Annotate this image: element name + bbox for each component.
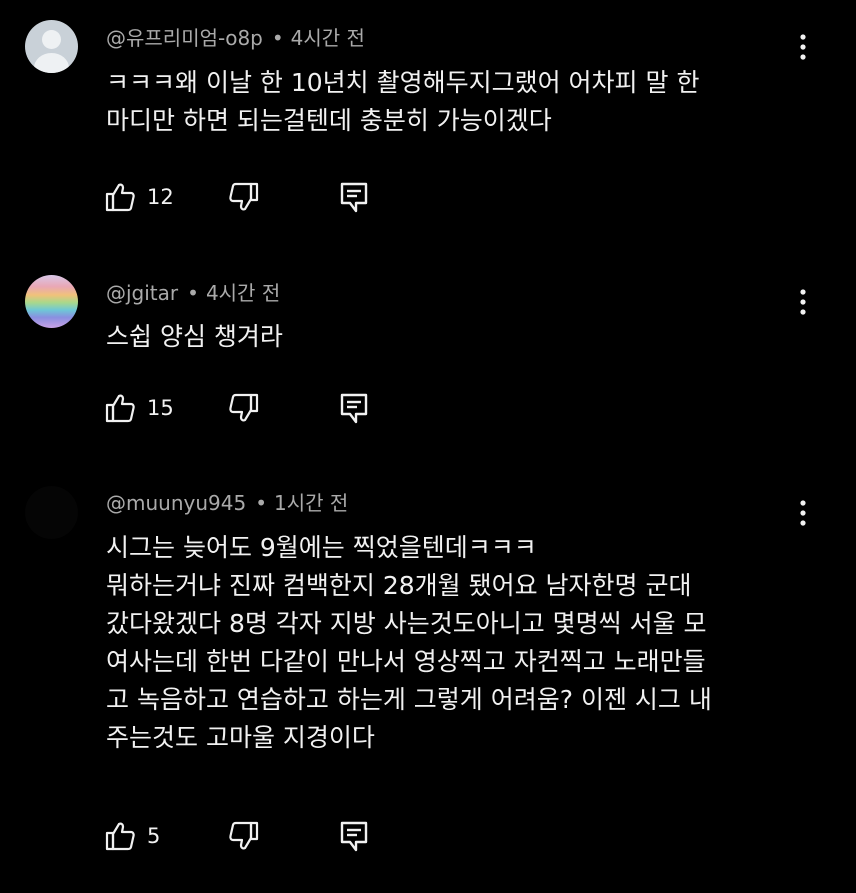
thumbs-down-icon bbox=[228, 392, 260, 424]
comment-text-line: 마디만 하면 되는걸텐데 충분히 가능이겠다 bbox=[106, 106, 552, 135]
reply-icon bbox=[339, 181, 369, 213]
thumbs-down-icon bbox=[228, 181, 260, 213]
comment-meta: @muunyu945 • 1시간 전 bbox=[106, 490, 348, 516]
dislike-button[interactable] bbox=[228, 391, 260, 425]
like-button[interactable]: 12 bbox=[104, 180, 174, 214]
reply-button[interactable] bbox=[339, 819, 369, 853]
comment-text-line: 뭐하는거냐 진짜 컴백한지 28개월 됐어요 남자한명 군대 bbox=[106, 571, 692, 600]
meta-separator: • bbox=[187, 281, 199, 305]
comment-author[interactable]: @muunyu945 bbox=[106, 491, 246, 515]
comment-actions: 12 bbox=[104, 180, 384, 214]
comment-text-line: 갔다왔겠다 8명 각자 지방 사는것도아니고 몇명씩 서울 모 bbox=[106, 609, 707, 638]
dislike-button[interactable] bbox=[228, 819, 260, 853]
comment-text: ㅋㅋㅋ왜 이날 한 10년치 촬영해두지그랬어 어차피 말 한 마디만 하면 되… bbox=[106, 64, 806, 140]
comment-text-line: 시그는 늦어도 9월에는 찍었을텐데ㅋㅋㅋ bbox=[106, 533, 537, 562]
meta-separator: • bbox=[271, 26, 284, 50]
comment-meta: @jgitar • 4시간 전 bbox=[106, 280, 280, 306]
comment-actions: 5 bbox=[104, 819, 384, 853]
dislike-button[interactable] bbox=[228, 180, 260, 214]
like-count: 12 bbox=[147, 185, 174, 209]
avatar[interactable] bbox=[25, 275, 78, 328]
thumbs-down-icon bbox=[228, 820, 260, 852]
comment-time[interactable]: 4시간 전 bbox=[291, 26, 365, 50]
more-vertical-icon[interactable] bbox=[793, 288, 813, 316]
reply-icon bbox=[339, 820, 369, 852]
comment-text-line: 여사는데 한번 다같이 만나서 영상찍고 자컨찍고 노래만들 bbox=[106, 647, 706, 676]
reply-icon bbox=[339, 392, 369, 424]
comment-text-line: 주는것도 고마울 지경이다 bbox=[106, 723, 375, 752]
comment-text: 시그는 늦어도 9월에는 찍었을텐데ㅋㅋㅋ 뭐하는거냐 진짜 컴백한지 28개월… bbox=[106, 529, 806, 757]
comment-author[interactable]: @jgitar bbox=[106, 281, 178, 305]
comment-actions: 15 bbox=[104, 391, 384, 425]
reply-button[interactable] bbox=[339, 180, 369, 214]
like-button[interactable]: 5 bbox=[104, 819, 160, 853]
comment-text-line: 스쉽 양심 챙겨라 bbox=[106, 322, 283, 351]
like-button[interactable]: 15 bbox=[104, 391, 174, 425]
comment-text-line: ㅋㅋㅋ왜 이날 한 10년치 촬영해두지그랬어 어차피 말 한 bbox=[106, 68, 700, 97]
avatar-shoulders bbox=[34, 53, 69, 73]
comment-time[interactable]: 4시간 전 bbox=[206, 281, 280, 305]
more-vertical-icon[interactable] bbox=[793, 499, 813, 527]
thumbs-up-icon bbox=[104, 392, 136, 424]
comment-text-line: 고 녹음하고 연습하고 하는게 그렇게 어려움? 이젠 시그 내 bbox=[106, 685, 712, 714]
meta-separator: • bbox=[255, 491, 267, 515]
avatar-head bbox=[42, 30, 61, 49]
comment-meta: @유프리미엄-o8p • 4시간 전 bbox=[106, 25, 365, 51]
avatar[interactable] bbox=[25, 20, 78, 73]
comment-text: 스쉽 양심 챙겨라 bbox=[106, 318, 806, 356]
like-count: 15 bbox=[147, 396, 174, 420]
comment-author[interactable]: @유프리미엄-o8p bbox=[106, 26, 263, 50]
thumbs-up-icon bbox=[104, 181, 136, 213]
more-vertical-icon[interactable] bbox=[793, 33, 813, 61]
comment-time[interactable]: 1시간 전 bbox=[274, 491, 348, 515]
like-count: 5 bbox=[147, 824, 161, 848]
thumbs-up-icon bbox=[104, 820, 136, 852]
avatar[interactable] bbox=[25, 486, 78, 539]
reply-button[interactable] bbox=[339, 391, 369, 425]
